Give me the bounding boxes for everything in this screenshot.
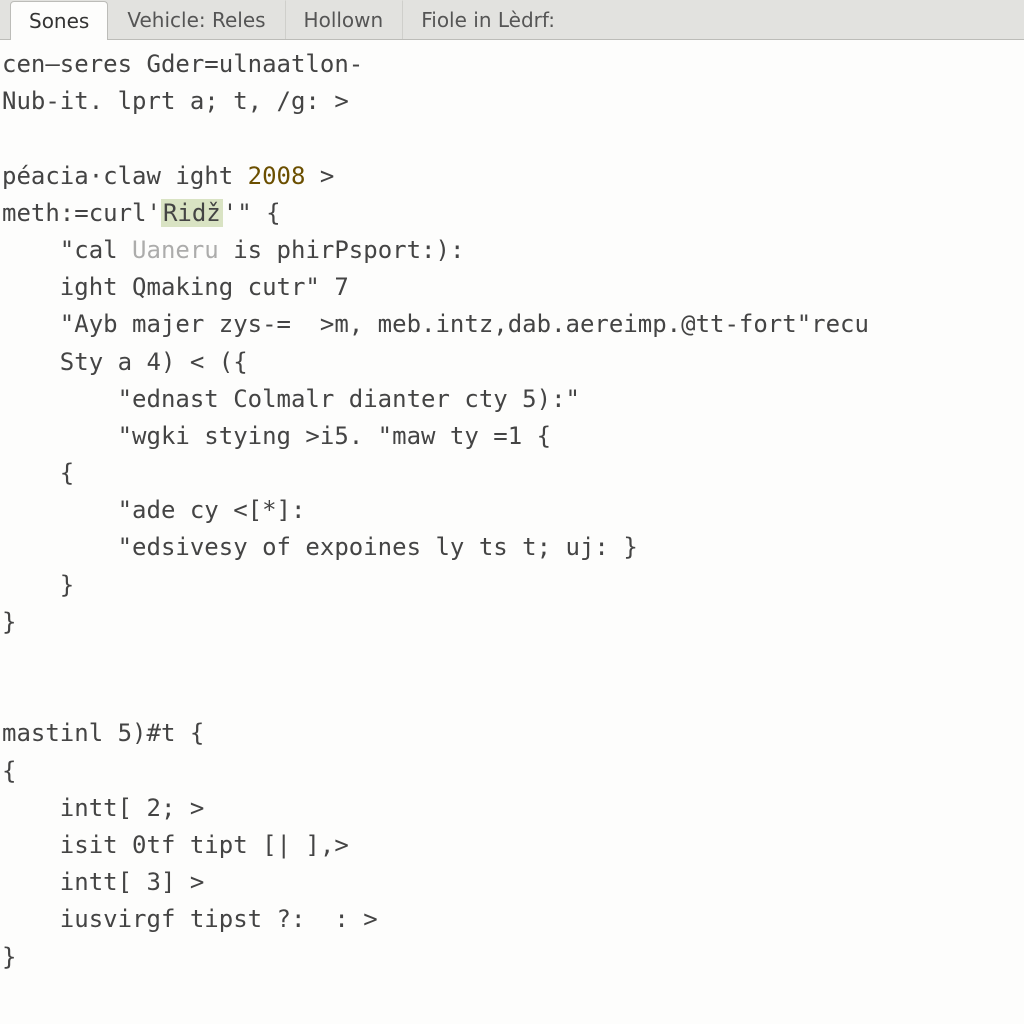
code-dimmed: Uaneru [132, 236, 219, 264]
code-line: iusvirgf tipst ?: : > [2, 905, 378, 933]
tab-sones[interactable]: Sones [10, 1, 108, 40]
code-line: cen—seres Gder=ulnaatlon- [2, 50, 363, 78]
code-line: intt[ 3] > [2, 868, 204, 896]
code-line: Sty a 4) < ({ [2, 348, 248, 376]
tab-label: Vehicle: Reles [127, 8, 265, 32]
tab-label: Hollown [304, 8, 384, 32]
code-line: > [305, 162, 334, 190]
code-line: "wgki stying >i5. "maw ty =1 { [2, 422, 551, 450]
tab-bar: Sones Vehicle: Reles Hollown Fiole in Lè… [0, 0, 1024, 40]
code-line: { [2, 459, 74, 487]
code-line: mastinl 5)#t { [2, 719, 204, 747]
code-line: "edsivesy of expoines ly ts t; uj: } [2, 533, 638, 561]
code-line: } [2, 571, 74, 599]
code-line: ight Qmaking cutr" 7 [2, 273, 349, 301]
code-line: meth:=curl' [2, 199, 161, 227]
tab-vehicle[interactable]: Vehicle: Reles [108, 0, 284, 39]
code-line: } [2, 608, 16, 636]
code-line: "ade cy <[*]: [2, 496, 305, 524]
code-number: 2008 [248, 162, 306, 190]
code-content: cen—seres Gder=ulnaatlon- Nub-it. lprt a… [0, 46, 1024, 976]
editor-window: Sones Vehicle: Reles Hollown Fiole in Lè… [0, 0, 1024, 1024]
code-line: '" { [223, 199, 281, 227]
tab-hollown[interactable]: Hollown [285, 0, 403, 39]
code-editor[interactable]: cen—seres Gder=ulnaatlon- Nub-it. lprt a… [0, 40, 1024, 1024]
code-highlight: Ridž [161, 199, 223, 227]
code-line: "ednast Colmalr dianter cty 5):" [2, 385, 580, 413]
tab-label: Sones [29, 9, 89, 33]
code-line: péacia·claw ight [2, 162, 248, 190]
code-line: "Ayb majer zys-= >m, meb.intz,dab.aereim… [2, 310, 869, 338]
code-line: "cal [2, 236, 132, 264]
tab-label: Fiole in Lèdrf: [421, 8, 555, 32]
code-line: is phirPsport:): [219, 236, 465, 264]
code-line: Nub-it. lprt a; t, /g: > [2, 87, 349, 115]
code-line: isit 0tf tipt [| ],> [2, 831, 349, 859]
code-line: } [2, 943, 16, 971]
code-line: intt[ 2; > [2, 794, 204, 822]
tab-fiole[interactable]: Fiole in Lèdrf: [402, 0, 574, 39]
code-line: { [2, 757, 16, 785]
